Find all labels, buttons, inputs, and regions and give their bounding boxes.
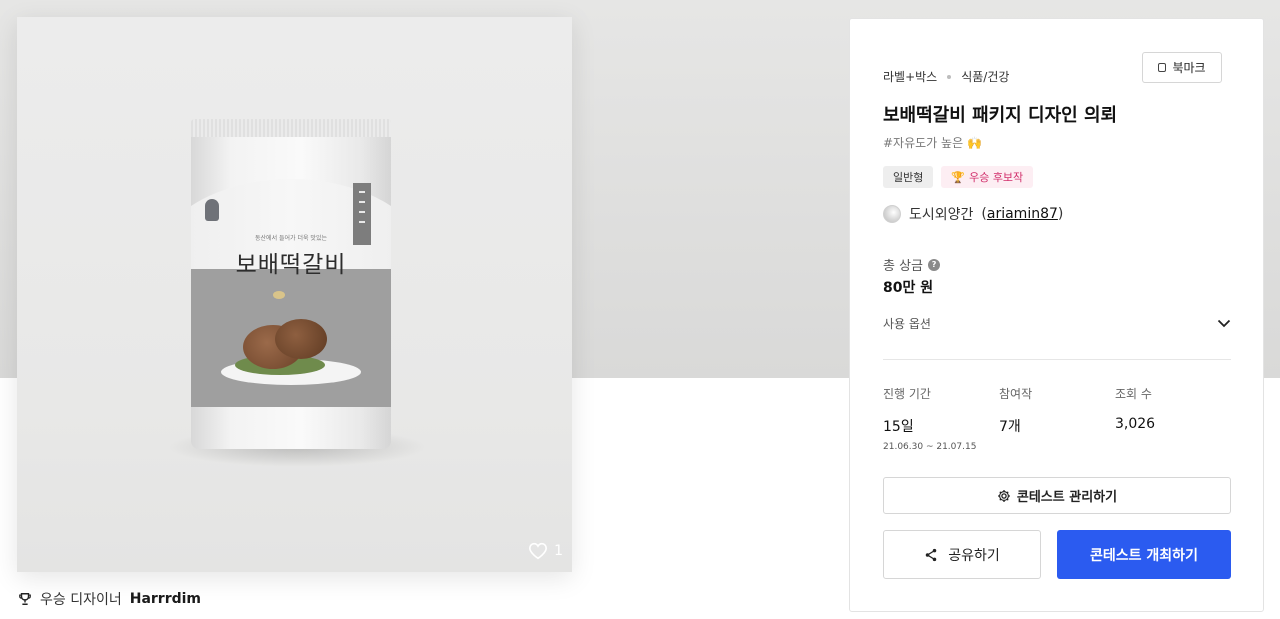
share-button[interactable]: 공유하기	[883, 530, 1041, 579]
pouch-title: 보배떡갈비	[235, 252, 347, 278]
category-breadcrumb: 라벨+박스 식품/건강	[883, 68, 1009, 85]
help-icon[interactable]: ?	[928, 258, 941, 271]
period-value: 15일	[883, 419, 914, 435]
brand-logo-icon	[205, 199, 219, 221]
usage-label: 사용 옵션	[883, 317, 931, 331]
heart-icon	[529, 542, 548, 560]
views-label: 조회 수	[1115, 387, 1152, 401]
award-badge: 🏆 우승 후보작	[941, 166, 1034, 188]
contest-title: 보배떡갈비 패키지 디자인 의뢰	[883, 105, 1118, 126]
garnish-icon	[273, 291, 285, 299]
bookmark-label: 북마크	[1172, 61, 1206, 75]
period-label: 진행 기간	[883, 387, 931, 401]
chevron-down-icon	[1217, 319, 1231, 328]
prize-label: 총 상금	[883, 259, 924, 274]
share-icon	[925, 548, 937, 561]
host-id-link[interactable]: ariamin87	[987, 206, 1058, 222]
manage-label: 콘테스트 관리하기	[1016, 490, 1118, 505]
winner-name[interactable]: Harrrdim	[130, 591, 201, 607]
host-name: 도시외양간	[909, 207, 974, 223]
like-count: 1	[554, 543, 563, 559]
contest-image[interactable]: 동산에서 들어가 더욱 맛있는 보배떡갈비 1	[17, 17, 572, 572]
share-label: 공유하기	[948, 547, 1000, 564]
pouch-subtitle: 동산에서 들어가 더욱 맛있는	[255, 235, 327, 242]
category-primary[interactable]: 라벨+박스	[883, 68, 937, 85]
stat-entries: 참여작 7개	[999, 385, 1032, 436]
winner-designer: 우승 디자이너 Harrrdim	[18, 589, 201, 609]
trophy-icon: 🏆	[951, 170, 966, 184]
product-pouch: 동산에서 들어가 더욱 맛있는 보배떡갈비	[191, 119, 391, 449]
host-contest-button[interactable]: 콘테스트 개최하기	[1057, 530, 1231, 579]
badge-group: 일반형 🏆 우승 후보작	[883, 166, 1034, 188]
usage-options-toggle[interactable]: 사용 옵션	[883, 315, 1231, 332]
avatar	[883, 205, 901, 223]
category-secondary[interactable]: 식품/건강	[961, 68, 1009, 85]
type-badge: 일반형	[883, 166, 934, 188]
prize-value: 80만 원	[883, 280, 934, 296]
host-id-wrapper: (ariamin87)	[981, 206, 1064, 222]
winner-label: 우승 디자이너	[40, 592, 122, 608]
pouch-seal	[191, 119, 391, 137]
patty	[275, 319, 327, 359]
views-value: 3,026	[1115, 416, 1156, 432]
bookmark-button[interactable]: 북마크	[1142, 52, 1222, 83]
host-contest-label: 콘테스트 개최하기	[1090, 547, 1198, 564]
gear-icon	[997, 489, 1010, 502]
hands-emoji-icon: 🙌	[966, 136, 982, 150]
divider	[883, 359, 1231, 360]
entries-label: 참여작	[999, 387, 1033, 401]
period-range: 21.06.30 ~ 21.07.15	[883, 442, 977, 452]
hashtag-line: #자유도가 높은 🙌	[883, 134, 982, 151]
entries-value: 7개	[999, 419, 1021, 435]
hashtag[interactable]: #자유도가 높은	[883, 136, 963, 150]
manage-contest-button[interactable]: 콘테스트 관리하기	[883, 477, 1231, 514]
host-info[interactable]: 도시외양간 (ariamin87)	[883, 204, 1063, 224]
bookmark-icon	[1158, 63, 1167, 72]
separator-dot	[947, 74, 952, 79]
contest-info-panel: 라벨+박스 식품/건강 북마크 보배떡갈비 패키지 디자인 의뢰 #자유도가 높…	[849, 18, 1264, 612]
stat-views: 조회 수 3,026	[1115, 385, 1155, 432]
prize-label-row: 총 상금 ?	[883, 255, 941, 274]
like-button[interactable]: 1	[528, 542, 563, 560]
trophy-icon	[19, 593, 31, 605]
stat-period: 진행 기간 15일 21.06.30 ~ 21.07.15	[883, 385, 976, 452]
